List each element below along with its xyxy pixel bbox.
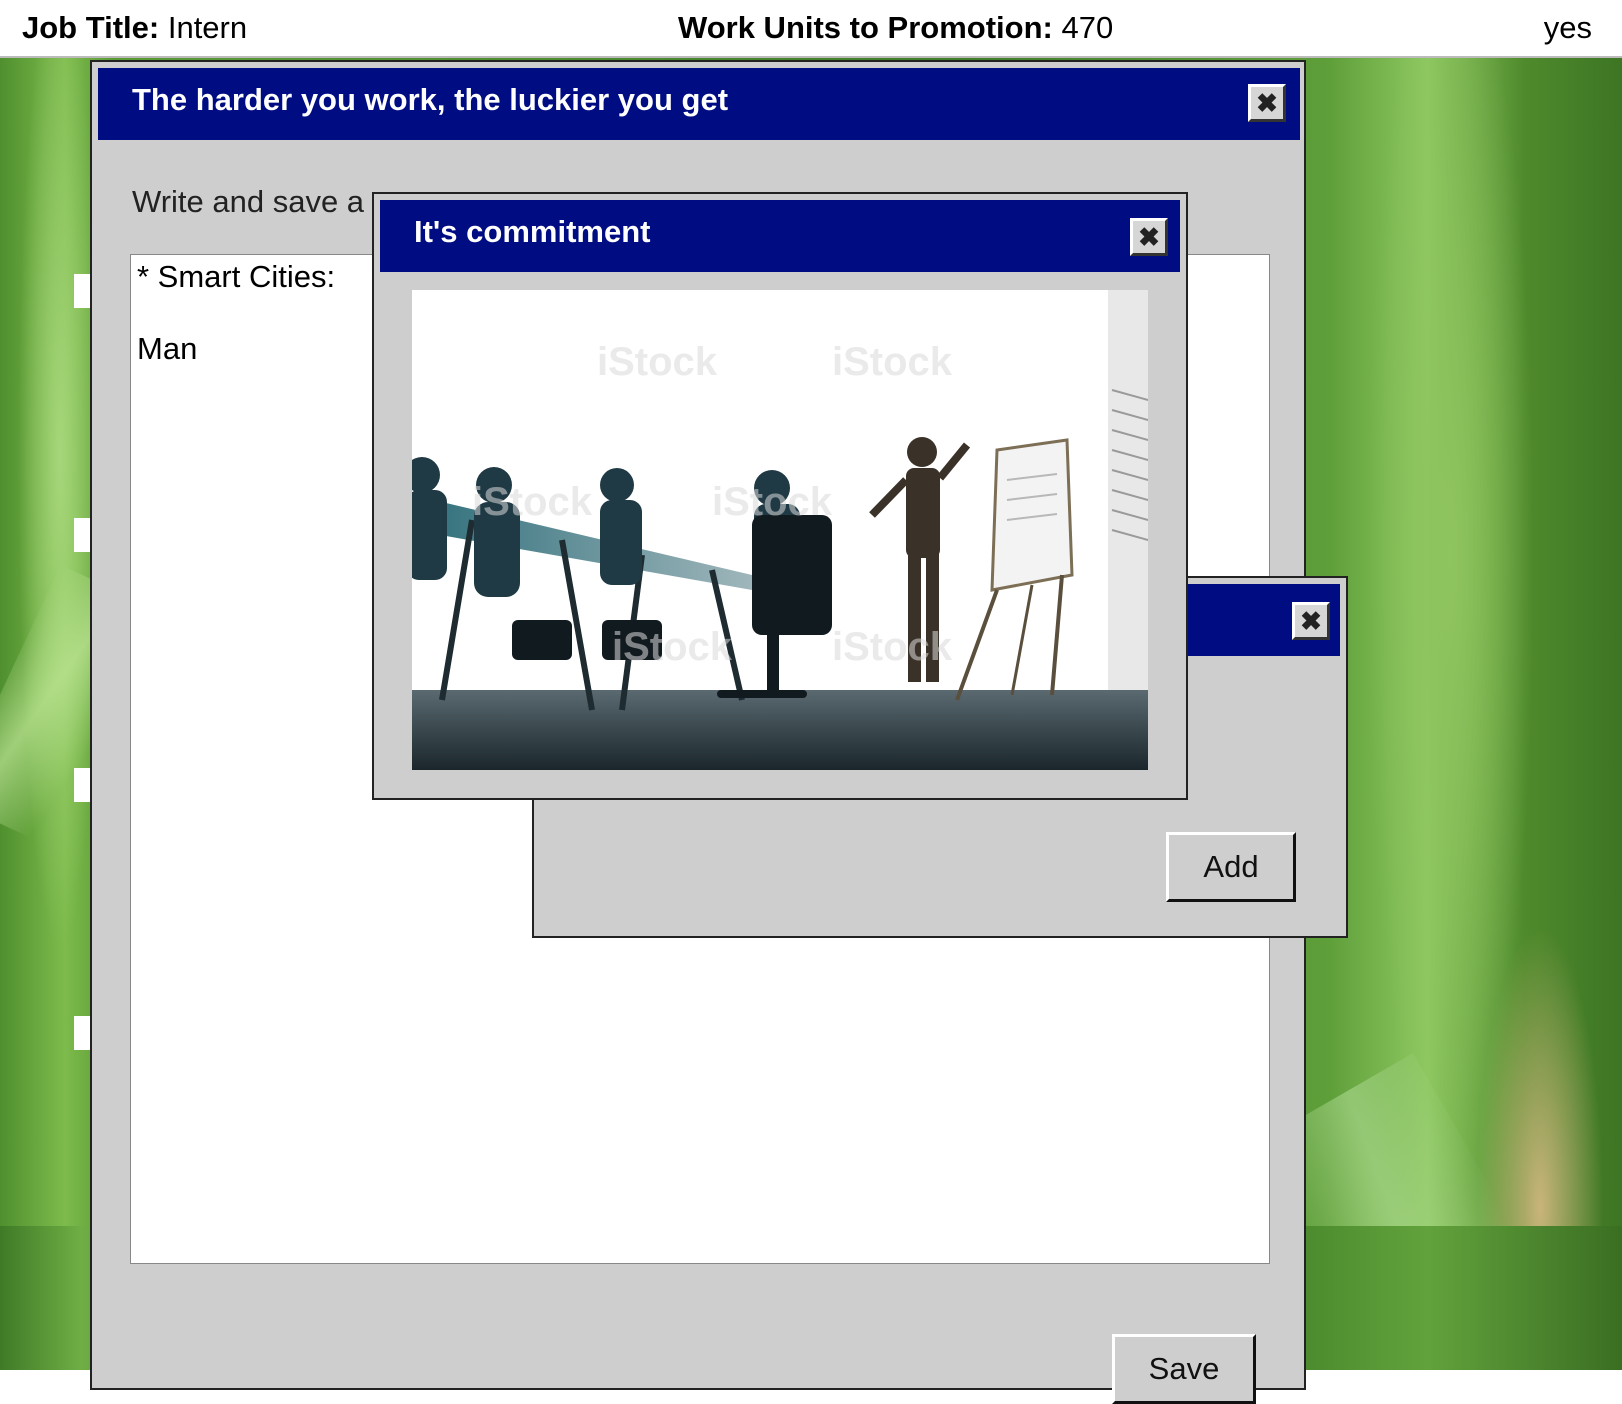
commitment-titlebar[interactable]: It's commitment ✖ xyxy=(380,200,1180,272)
svg-text:iStock: iStock xyxy=(832,625,953,669)
work-units-label: Work Units to Promotion: xyxy=(678,10,1053,45)
office-meeting-illustration: iStock iStock iStock iStock iStock iStock xyxy=(412,290,1148,770)
desktop-icon[interactable] xyxy=(74,768,90,802)
svg-text:iStock: iStock xyxy=(597,340,718,384)
desktop-icon[interactable] xyxy=(74,518,90,552)
close-button[interactable]: ✖ xyxy=(1292,602,1330,640)
svg-text:iStock: iStock xyxy=(472,480,593,524)
job-title-label: Job Title: xyxy=(22,10,160,45)
save-button[interactable]: Save xyxy=(1112,1334,1256,1404)
work-units: Work Units to Promotion: 470 xyxy=(678,10,1113,46)
add-button[interactable]: Add xyxy=(1166,832,1296,902)
commitment-popup: It's commitment ✖ iStock iStock iStock i… xyxy=(372,192,1188,800)
job-title: Job Title: Intern xyxy=(22,10,247,46)
close-icon: ✖ xyxy=(1300,605,1322,636)
svg-text:iStock: iStock xyxy=(612,625,733,669)
status-bar: Job Title: Intern Work Units to Promotio… xyxy=(0,0,1622,58)
office-meeting-photo: iStock iStock iStock iStock iStock iStock xyxy=(412,290,1148,770)
close-button[interactable]: ✖ xyxy=(1248,84,1286,122)
textarea-line: Man xyxy=(137,331,198,366)
textarea-line: * Smart Cities: xyxy=(137,259,336,294)
commitment-title: It's commitment xyxy=(414,214,651,249)
close-icon: ✖ xyxy=(1256,87,1278,118)
instructions-text: Write and save a xyxy=(132,184,365,219)
svg-text:iStock: iStock xyxy=(832,340,953,384)
job-title-value: Intern xyxy=(167,10,248,45)
desktop-icon[interactable] xyxy=(74,1016,90,1050)
close-button[interactable]: ✖ xyxy=(1130,218,1168,256)
close-icon: ✖ xyxy=(1138,221,1160,252)
desktop-icon[interactable] xyxy=(74,274,90,308)
work-units-value: 470 xyxy=(1061,10,1114,45)
main-window-title: The harder you work, the luckier you get xyxy=(132,82,729,117)
svg-text:iStock: iStock xyxy=(712,480,833,524)
status-right-text: yes xyxy=(1543,10,1592,45)
main-window-titlebar[interactable]: The harder you work, the luckier you get… xyxy=(98,68,1300,140)
